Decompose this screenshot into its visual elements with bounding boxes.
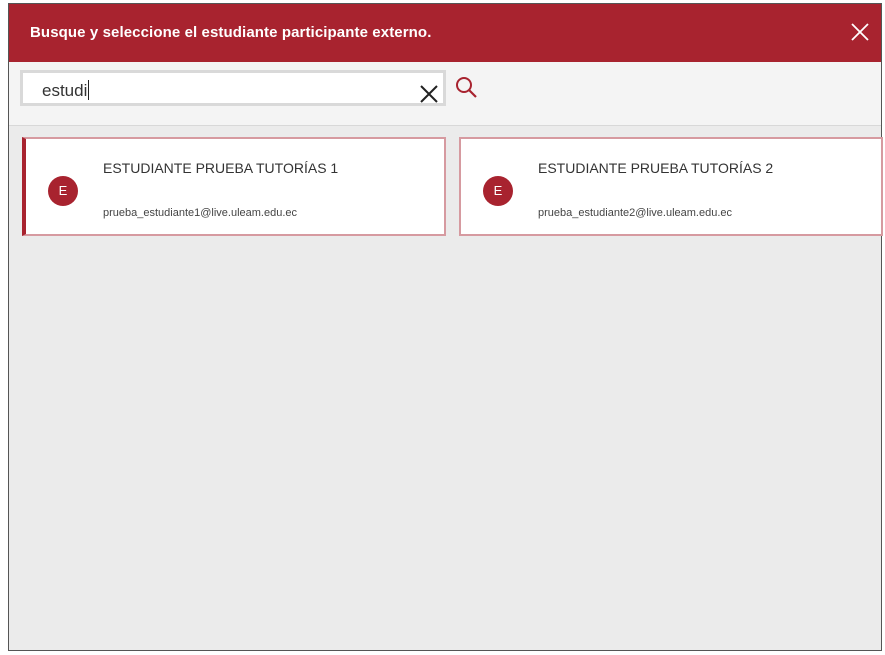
student-card[interactable]: E ESTUDIANTE PRUEBA TUTORÍAS 1 prueba_es… bbox=[22, 137, 446, 236]
student-email: prueba_estudiante1@live.uleam.edu.ec bbox=[103, 207, 298, 219]
student-email: prueba_estudiante2@live.uleam.edu.ec bbox=[538, 207, 733, 219]
avatar: E bbox=[483, 176, 513, 206]
search-bar: estudi bbox=[9, 62, 881, 126]
search-student-dialog: Busque y seleccione el estudiante partic… bbox=[8, 3, 883, 651]
text-caret bbox=[88, 80, 90, 100]
close-button[interactable] bbox=[845, 17, 875, 47]
close-icon bbox=[851, 23, 869, 41]
avatar: E bbox=[48, 176, 78, 206]
dialog-title: Busque y seleccione el estudiante partic… bbox=[30, 24, 432, 41]
student-name: ESTUDIANTE PRUEBA TUTORÍAS 1 bbox=[103, 160, 339, 176]
student-name: ESTUDIANTE PRUEBA TUTORÍAS 2 bbox=[538, 160, 774, 176]
clear-search-button[interactable] bbox=[418, 83, 440, 105]
search-icon bbox=[456, 77, 477, 98]
search-button[interactable] bbox=[454, 75, 480, 101]
dialog-header: Busque y seleccione el estudiante partic… bbox=[9, 4, 881, 62]
student-card[interactable]: E ESTUDIANTE PRUEBA TUTORÍAS 2 prueba_es… bbox=[459, 137, 883, 236]
search-input-value: estudi bbox=[42, 81, 88, 100]
clear-icon bbox=[420, 85, 438, 103]
search-input[interactable]: estudi bbox=[20, 70, 446, 106]
